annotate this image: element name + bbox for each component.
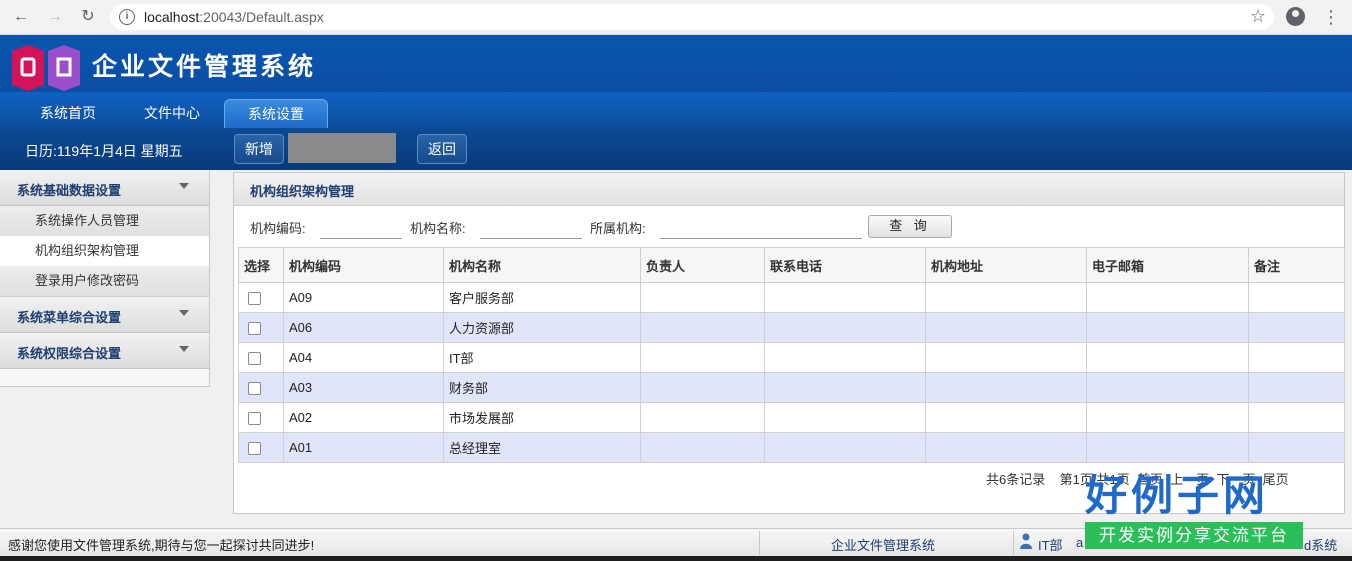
bookmark-star-icon[interactable]: ☆ bbox=[1250, 6, 1266, 27]
table-row[interactable]: A06 人力资源部 bbox=[238, 312, 1345, 343]
col-select: 选择 bbox=[238, 247, 284, 283]
sidebar-group-basic-data[interactable]: 系统基础数据设置 bbox=[0, 170, 209, 206]
query-button[interactable]: 查 询 bbox=[868, 215, 952, 238]
masked-area bbox=[288, 133, 396, 163]
footer-system-name: 企业文件管理系统 bbox=[831, 538, 936, 553]
chevron-down-icon bbox=[179, 310, 189, 316]
watermark-brand: 好例子网 bbox=[1085, 471, 1270, 520]
info-icon[interactable]: i bbox=[119, 9, 135, 25]
tab-system-settings[interactable]: 系统设置 bbox=[224, 99, 328, 129]
watermark-tagline: 开发实例分享交流平台 bbox=[1085, 522, 1303, 549]
panel-title: 机构组织架构管理 bbox=[250, 184, 355, 199]
col-code[interactable]: 机构编码 bbox=[283, 247, 444, 283]
main-tabs: 系统首页 文件中心 系统设置 bbox=[0, 92, 1352, 129]
app-logo-icon bbox=[12, 45, 80, 91]
table-header-row: 选择 机构编码 机构名称 负责人 联系电话 机构地址 电子邮箱 备注 bbox=[238, 247, 1345, 283]
calendar-date: 日历:119年1月4日 星期五 bbox=[25, 143, 183, 159]
back-icon[interactable]: ← bbox=[10, 6, 32, 28]
code-input[interactable] bbox=[320, 219, 402, 239]
sidebar-item-operators[interactable]: 系统操作人员管理 bbox=[0, 206, 209, 237]
sidebar-item-change-password[interactable]: 登录用户修改密码 bbox=[0, 266, 209, 297]
col-name[interactable]: 机构名称 bbox=[443, 247, 641, 283]
tab-home[interactable]: 系统首页 bbox=[24, 99, 112, 128]
row-checkbox[interactable] bbox=[248, 322, 261, 336]
chevron-down-icon bbox=[179, 346, 189, 352]
row-checkbox[interactable] bbox=[248, 442, 261, 456]
code-label: 机构编码: bbox=[250, 221, 306, 236]
col-phone[interactable]: 联系电话 bbox=[764, 247, 926, 283]
footer-user: a bbox=[1076, 535, 1084, 550]
back-button[interactable]: 返回 bbox=[417, 134, 467, 164]
footer-dept: IT部 bbox=[1038, 538, 1063, 553]
row-checkbox[interactable] bbox=[248, 292, 261, 306]
parent-input[interactable] bbox=[660, 219, 862, 239]
col-remark[interactable]: 备注 bbox=[1248, 247, 1345, 283]
action-toolbar: 日历:119年1月4日 星期五 新增 返回 bbox=[0, 128, 1352, 170]
col-email[interactable]: 电子邮箱 bbox=[1086, 247, 1249, 283]
row-checkbox[interactable] bbox=[248, 352, 261, 366]
sidebar-group-permission-settings[interactable]: 系统权限综合设置 bbox=[0, 333, 209, 369]
brand-watermark: 好例子网 开发实例分享交流平台 bbox=[1085, 462, 1305, 552]
footer-right-text: d系统 bbox=[1304, 538, 1338, 553]
name-input[interactable] bbox=[480, 219, 582, 239]
browser-menu-icon[interactable]: ⋮ bbox=[1322, 5, 1340, 29]
table-row[interactable]: A02 市场发展部 bbox=[238, 402, 1345, 433]
org-table: 选择 机构编码 机构名称 负责人 联系电话 机构地址 电子邮箱 备注 A09 客户… bbox=[238, 247, 1345, 463]
sidebar-item-org-structure[interactable]: 机构组织架构管理 bbox=[0, 236, 209, 267]
table-row[interactable]: A01 总经理室 bbox=[238, 432, 1345, 463]
table-row[interactable]: A03 财务部 bbox=[238, 372, 1345, 403]
app-header: 企业文件管理系统 bbox=[0, 35, 1352, 92]
address-bar[interactable]: i localhost:20043/Default.aspx ☆ bbox=[110, 4, 1274, 30]
user-icon bbox=[1020, 533, 1032, 549]
add-button[interactable]: 新增 bbox=[234, 134, 284, 164]
row-checkbox[interactable] bbox=[248, 382, 261, 396]
forward-icon[interactable]: → bbox=[44, 6, 66, 28]
reload-icon[interactable]: ↻ bbox=[77, 6, 99, 28]
footer-divider bbox=[1013, 531, 1014, 555]
taskbar-strip bbox=[0, 556, 1352, 561]
chevron-down-icon bbox=[179, 183, 189, 189]
sidebar-group-menu-settings[interactable]: 系统菜单综合设置 bbox=[0, 297, 209, 333]
row-checkbox[interactable] bbox=[248, 412, 261, 426]
col-address[interactable]: 机构地址 bbox=[925, 247, 1087, 283]
account-icon[interactable] bbox=[1286, 7, 1305, 26]
name-label: 机构名称: bbox=[410, 221, 466, 236]
col-manager[interactable]: 负责人 bbox=[640, 247, 765, 283]
footer-message: 感谢您使用文件管理系统,期待与您一起探讨共同进步! bbox=[8, 538, 315, 553]
table-row[interactable]: A04 IT部 bbox=[238, 342, 1345, 373]
sidebar: 系统基础数据设置 系统操作人员管理 机构组织架构管理 登录用户修改密码 系统菜单… bbox=[0, 170, 210, 387]
footer-divider bbox=[759, 531, 760, 555]
url-text: localhost:20043/Default.aspx bbox=[144, 9, 324, 25]
app-title: 企业文件管理系统 bbox=[92, 52, 317, 81]
parent-label: 所属机构: bbox=[590, 221, 646, 236]
tab-file-center[interactable]: 文件中心 bbox=[128, 99, 216, 128]
panel-header: 机构组织架构管理 bbox=[234, 173, 1344, 206]
browser-toolbar: ← → ↻ i localhost:20043/Default.aspx ☆ ⋮ bbox=[0, 0, 1352, 35]
table-row[interactable]: A09 客户服务部 bbox=[238, 282, 1345, 313]
